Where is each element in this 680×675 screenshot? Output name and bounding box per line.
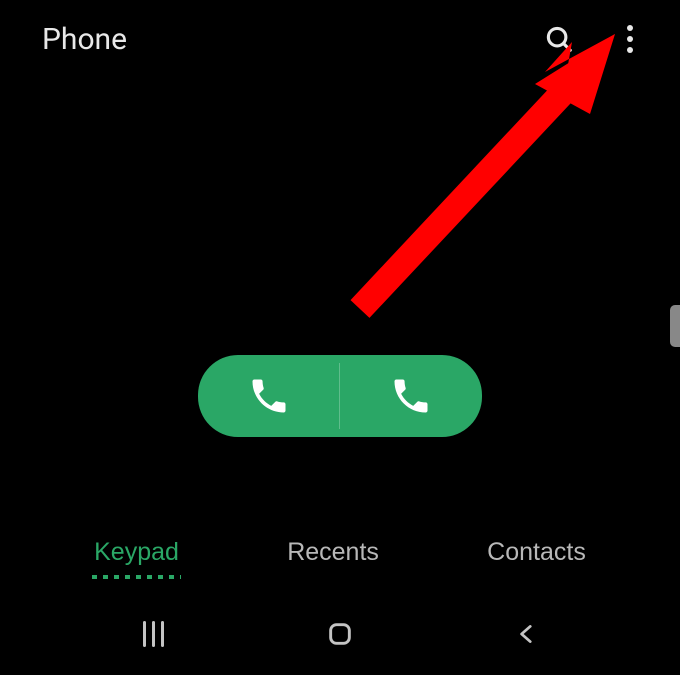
recents-nav-button[interactable] — [128, 609, 178, 659]
search-icon — [544, 24, 574, 54]
phone-icon — [389, 374, 433, 418]
scroll-indicator[interactable] — [670, 305, 680, 347]
more-vertical-icon — [620, 25, 640, 53]
voice-call-button[interactable] — [198, 355, 340, 437]
app-title: Phone — [42, 22, 127, 57]
tab-recents[interactable]: Recents — [279, 528, 387, 577]
home-nav-button[interactable] — [315, 609, 365, 659]
system-nav-bar — [0, 593, 680, 675]
tab-contacts[interactable]: Contacts — [479, 528, 594, 577]
bottom-tabs: Keypad Recents Contacts — [0, 528, 680, 577]
annotation-arrow — [340, 34, 640, 334]
search-button[interactable] — [540, 20, 578, 58]
app-header: Phone — [0, 0, 680, 78]
back-nav-button[interactable] — [502, 609, 552, 659]
header-actions — [540, 20, 644, 58]
video-call-button[interactable] — [340, 355, 482, 437]
more-options-button[interactable] — [616, 21, 644, 57]
call-button-pill — [198, 355, 482, 437]
tab-keypad[interactable]: Keypad — [86, 528, 187, 577]
phone-icon — [247, 374, 291, 418]
recents-icon — [143, 621, 164, 647]
home-icon — [326, 620, 354, 648]
back-icon — [514, 621, 540, 647]
